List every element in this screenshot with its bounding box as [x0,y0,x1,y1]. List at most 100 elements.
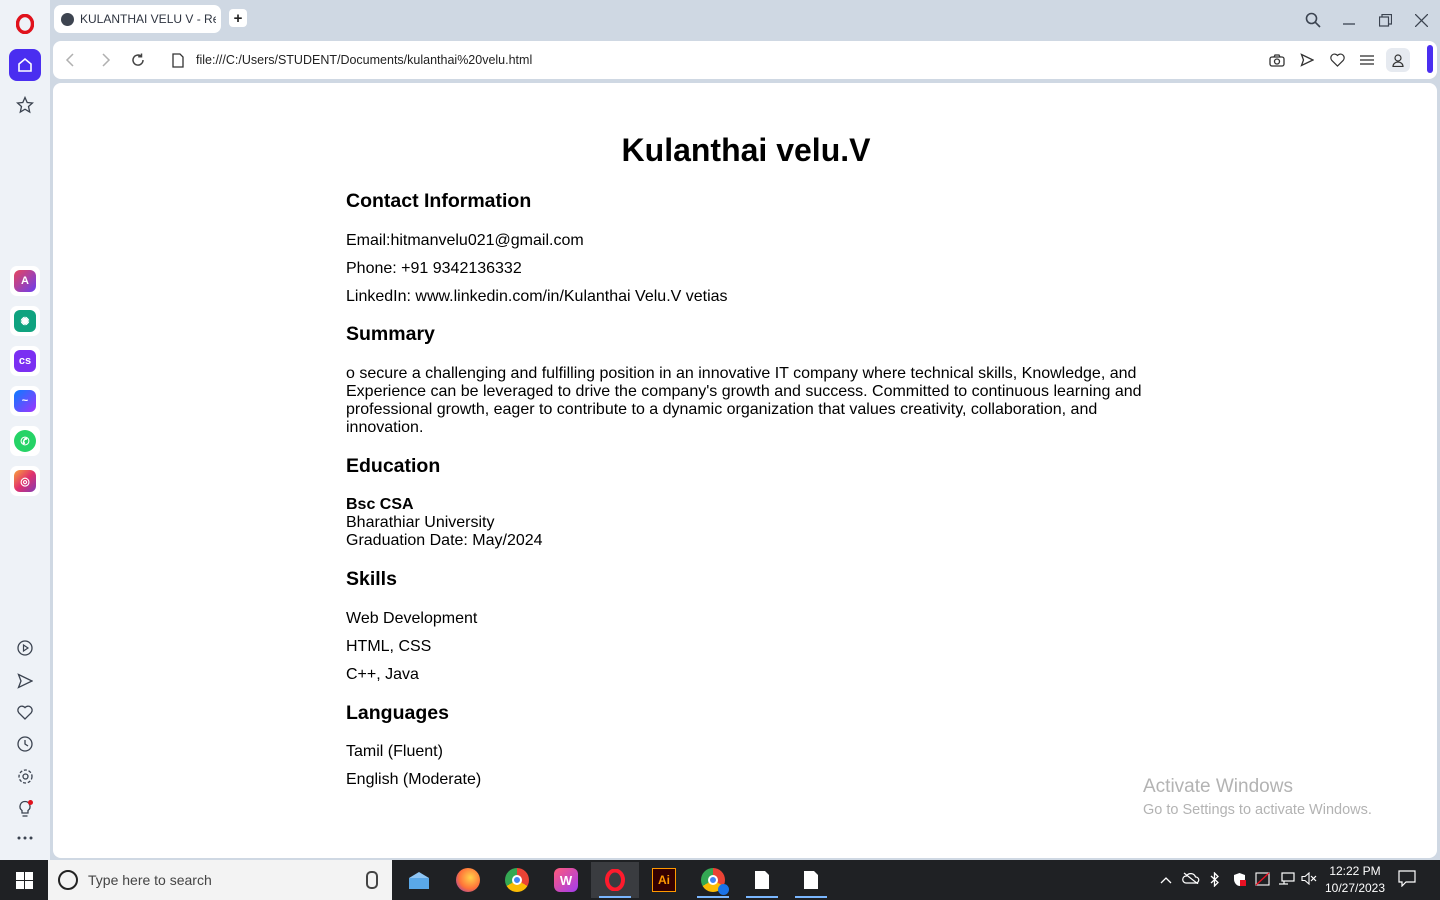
contact-email: Email:hitmanvelu021@gmail.com [346,232,584,249]
taskbar-app-document[interactable] [738,862,786,898]
activate-windows-watermark: Activate Windows Go to Settings to activ… [1143,776,1372,818]
taskbar-app-opera[interactable] [591,862,639,898]
tab-title: KULANTHAI VELU V - Res [80,12,216,26]
minimize-button[interactable] [1337,8,1361,32]
tips-icon [19,800,33,817]
settings-button[interactable] [12,763,38,789]
settings-sliders-icon [1360,55,1374,65]
taskbar-app-wps-office[interactable]: W [542,862,590,898]
search-tabs-button[interactable] [1301,8,1325,32]
sidebar-app-messenger[interactable]: ~ [10,386,40,416]
summary-heading: Summary [346,323,435,345]
history-icon [17,736,33,752]
skill-item: Web Development [346,610,478,627]
send-icon [1300,53,1314,67]
share-button[interactable] [1297,50,1317,70]
easy-setup-button[interactable] [1357,50,1377,70]
network-badge-icon [1254,872,1270,886]
chrome-icon [505,868,529,892]
language-tray-icon[interactable] [1253,872,1271,889]
opera-menu-button[interactable] [9,8,41,40]
sidebar-app-whatsapp[interactable]: ✆ [10,426,40,456]
tips-button[interactable] [12,796,38,822]
file-explorer-icon [409,872,429,889]
taskbar-app-chrome[interactable] [493,862,541,898]
active-app-indicator [795,896,827,898]
home-button[interactable] [9,49,41,81]
security-tray-icon[interactable] [1230,872,1248,890]
volume-tray-icon[interactable] [1300,871,1318,888]
back-button[interactable] [60,50,80,70]
contact-phone: Phone: +91 9342136332 [346,260,522,277]
opera-icon [605,869,625,891]
education-heading: Education [346,455,441,477]
taskbar-clock[interactable]: 12:22 PM 10/27/2023 [1318,863,1392,897]
show-hidden-icons-button[interactable] [1157,872,1175,887]
taskbar-app-firefox[interactable] [444,862,492,898]
start-button[interactable] [0,860,48,900]
clock-time: 12:22 PM [1329,864,1381,878]
taskbar-search-placeholder: Type here to search [88,872,212,888]
reload-button[interactable] [128,50,148,70]
speed-dial-button[interactable] [9,89,41,121]
more-button[interactable] [12,825,38,851]
summary-text: o secure a challenging and fulfilling po… [346,365,1142,436]
taskbar-app-chrome-profile[interactable] [689,862,737,898]
pinboard-button[interactable] [12,699,38,725]
forward-arrow-icon [102,53,111,67]
taskbar-app-file-explorer[interactable] [395,862,443,898]
sidebar-app-instagram[interactable]: ◎ [10,466,40,496]
snapshot-button[interactable] [1267,50,1287,70]
chevron-up-icon [1160,877,1172,884]
chatgpt-icon: ✺ [14,310,36,332]
clock-date: 10/27/2023 [1324,881,1386,895]
player-button[interactable] [12,635,38,661]
send-icon [17,673,33,689]
skill-item: C++, Java [346,666,419,683]
messenger-icon: ~ [14,390,36,412]
windows-logo-icon [15,871,33,889]
forward-button[interactable] [96,50,116,70]
network-tray-icon[interactable] [1278,872,1296,888]
home-icon [18,57,32,72]
profile-button[interactable] [1386,48,1410,72]
wps-office-icon: W [554,868,578,892]
taskbar-search[interactable]: Type here to search [48,860,392,900]
close-button[interactable] [1409,8,1433,32]
instagram-icon: ◎ [14,470,36,492]
bookmark-button[interactable] [1327,50,1347,70]
file-icon [172,52,184,68]
restore-icon [1378,13,1392,27]
contact-linkedin: LinkedIn: www.linkedin.com/in/Kulanthai … [346,288,728,305]
url-field[interactable]: file:///C:/Users/STUDENT/Documents/kulan… [196,53,532,67]
taskbar-app-illustrator[interactable]: Ai [640,862,688,898]
language-item: Tamil (Fluent) [346,743,443,760]
action-center-button[interactable] [1398,870,1416,890]
taskbar-app-document[interactable] [787,862,835,898]
restore-button[interactable] [1373,8,1397,32]
shield-icon [1233,873,1246,886]
sidebar-app-aria[interactable]: A [10,266,40,296]
languages-heading: Languages [346,702,449,724]
watermark-subtitle: Go to Settings to activate Windows. [1143,802,1372,818]
resume-name: Kulanthai velu.V [621,132,871,168]
scrollbar-indicator[interactable] [1427,45,1433,73]
history-button[interactable] [12,731,38,757]
send-button[interactable] [12,668,38,694]
skills-heading: Skills [346,568,397,590]
minimize-icon [1343,23,1355,25]
browser-tab[interactable]: KULANTHAI VELU V - Res [54,5,221,33]
bluetooth-tray-icon[interactable] [1206,871,1224,890]
education-graduation: Graduation Date: May/2024 [346,532,543,549]
onedrive-tray-icon[interactable] [1182,872,1200,887]
sidebar-app-chatgpt[interactable]: ✺ [10,306,40,336]
new-tab-button[interactable]: + [229,9,247,27]
sidebar-app-chatsonic[interactable]: cs [10,346,40,376]
microphone-icon[interactable] [366,871,378,889]
chatsonic-icon: cs [14,350,36,372]
document-icon [804,871,818,889]
page-info-button[interactable] [168,50,188,70]
more-icon [17,836,33,840]
aria-icon: A [14,270,36,292]
bluetooth-icon [1210,871,1219,888]
